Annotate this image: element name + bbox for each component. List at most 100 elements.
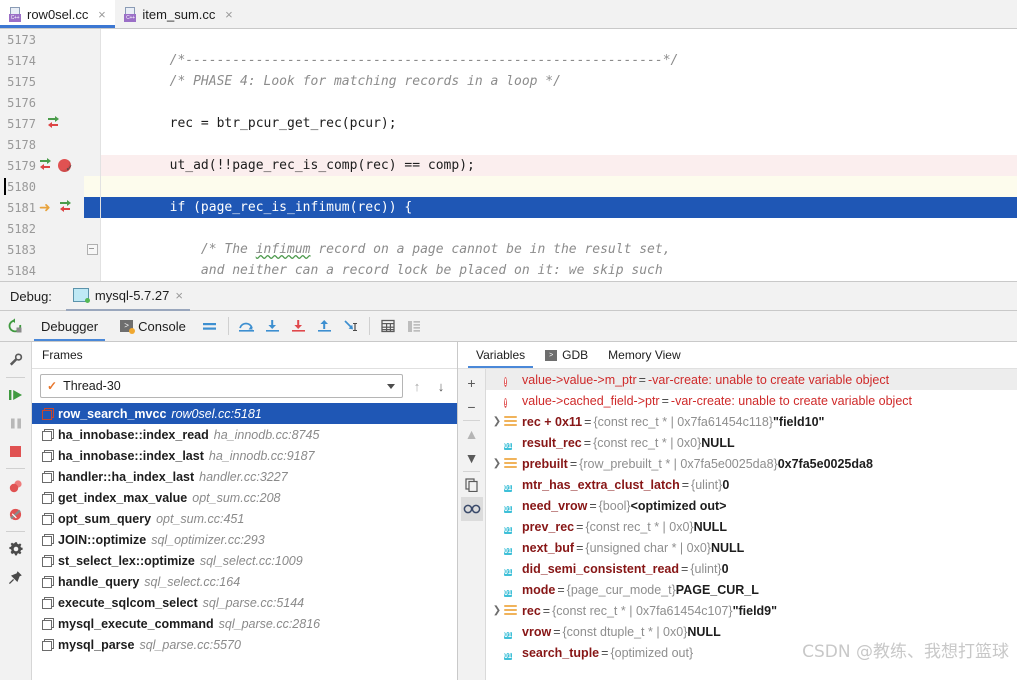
frame-list-item[interactable]: mysql_parse sql_parse.cc:5570 (32, 634, 457, 655)
variable-row[interactable]: 01 next_buf = {unsigned char * | 0x0} NU… (486, 537, 1017, 558)
fold-column[interactable] (84, 134, 101, 155)
fold-column[interactable] (84, 92, 101, 113)
variable-row[interactable]: 01 vrow = {const dtuple_t * | 0x0} NULL (486, 621, 1017, 642)
remove-watch-icon[interactable]: − (461, 395, 483, 419)
settings-wrench-icon[interactable] (3, 346, 29, 374)
variable-row[interactable]: ! value->cached_field->ptr = -var-create… (486, 390, 1017, 411)
editor-gutter[interactable]: 5175 (0, 71, 84, 92)
fold-column[interactable] (84, 218, 101, 239)
show-execution-point-icon[interactable] (197, 311, 223, 341)
changed-lines-icon[interactable] (40, 158, 52, 172)
frame-list-item[interactable]: opt_sum_query opt_sum.cc:451 (32, 508, 457, 529)
debug-session-tab[interactable]: mysql-5.7.27 × (65, 282, 190, 311)
code-fold-icon[interactable] (87, 244, 98, 255)
evaluate-expression-icon[interactable] (375, 311, 401, 341)
expand-arrow[interactable]: ❯ (490, 458, 504, 469)
variable-row[interactable]: 01 mtr_has_extra_clust_latch = {ulint} 0 (486, 474, 1017, 495)
editor-gutter[interactable]: 5180 (0, 176, 84, 197)
fold-column[interactable] (84, 176, 101, 197)
variable-row[interactable]: 01 need_vrow = {bool} <optimized out> (486, 495, 1017, 516)
editor-gutter[interactable]: 5178 (0, 134, 84, 155)
step-over-icon[interactable] (234, 311, 260, 341)
variable-row[interactable]: 01 search_tuple = {optimized out} (486, 642, 1017, 663)
variable-row[interactable]: ❯ prebuilt = {row_prebuilt_t * | 0x7fa5e… (486, 453, 1017, 474)
settings-gear-icon[interactable] (3, 535, 29, 563)
layout-settings-icon[interactable] (401, 311, 427, 341)
fold-column[interactable] (84, 71, 101, 92)
fold-column[interactable] (84, 29, 101, 50)
frames-list[interactable]: row_search_mvcc row0sel.cc:5181 ha_innob… (32, 403, 457, 680)
copy-value-icon[interactable] (461, 473, 483, 497)
add-watch-icon[interactable]: + (461, 371, 483, 395)
fold-column[interactable] (84, 113, 101, 134)
tab-memory-view[interactable]: Memory View (598, 343, 690, 368)
chevron-down-icon[interactable] (387, 383, 395, 389)
variable-row[interactable]: 01 mode = {page_cur_mode_t} PAGE_CUR_L (486, 579, 1017, 600)
rerun-icon[interactable] (0, 311, 30, 341)
mute-breakpoints-icon[interactable] (3, 500, 29, 528)
pin-tab-icon[interactable] (3, 563, 29, 591)
editor-gutter[interactable]: 5176 (0, 92, 84, 113)
step-into-icon[interactable] (260, 311, 286, 341)
variables-list[interactable]: ! value->value->m_ptr = -var-create: una… (486, 369, 1017, 680)
changed-lines-icon[interactable] (60, 200, 72, 214)
editor-gutter[interactable]: 5177 (0, 113, 84, 134)
view-breakpoints-icon[interactable] (3, 472, 29, 500)
variable-row[interactable]: 01 did_semi_consistent_read = {ulint} 0 (486, 558, 1017, 579)
variable-row[interactable]: ❯ rec = {const rec_t * | 0x7fa61454c107}… (486, 600, 1017, 621)
move-down-icon[interactable]: ▼ (461, 446, 483, 470)
force-step-into-icon[interactable] (286, 311, 312, 341)
frame-list-item[interactable]: execute_sqlcom_select sql_parse.cc:5144 (32, 592, 457, 613)
frame-list-item[interactable]: handler::ha_index_last handler.cc:3227 (32, 466, 457, 487)
stop-program-icon[interactable] (3, 437, 29, 465)
editor-gutter[interactable]: 5182 (0, 218, 84, 239)
tab-gdb[interactable]: > GDB (535, 343, 598, 368)
fold-column[interactable] (84, 155, 101, 176)
tab-variables[interactable]: Variables (466, 343, 535, 368)
thread-dropdown[interactable]: ✓ Thread-30 (40, 374, 403, 398)
variable-row[interactable]: 01 prev_rec = {const rec_t * | 0x0} NULL (486, 516, 1017, 537)
editor-gutter[interactable]: 5184 (0, 260, 84, 281)
tab-debugger[interactable]: Debugger (30, 311, 109, 341)
frame-list-item[interactable]: JOIN::optimize sql_optimizer.cc:293 (32, 529, 457, 550)
fold-column[interactable] (84, 197, 101, 218)
move-up-icon[interactable]: ▲ (461, 422, 483, 446)
frame-down-button[interactable]: ↓ (431, 379, 451, 394)
fold-column[interactable] (84, 260, 101, 281)
tab-label: Memory View (608, 348, 681, 362)
close-icon[interactable]: × (96, 8, 107, 21)
tab-console[interactable]: > Console (109, 311, 197, 341)
code-editor[interactable]: 5173 5174 /*----------------------------… (0, 29, 1017, 281)
fold-column[interactable] (84, 239, 101, 260)
frame-list-item[interactable]: handle_query sql_select.cc:164 (32, 571, 457, 592)
resume-program-icon[interactable] (3, 381, 29, 409)
close-icon[interactable]: × (223, 8, 234, 21)
frame-up-button[interactable]: ↑ (407, 379, 427, 394)
frame-list-item[interactable]: get_index_max_value opt_sum.cc:208 (32, 487, 457, 508)
watches-icon[interactable] (460, 497, 483, 521)
editor-gutter[interactable]: 5179 (0, 155, 84, 176)
editor-gutter[interactable]: 5181 ➜ (0, 197, 84, 218)
frame-list-item[interactable]: row_search_mvcc row0sel.cc:5181 (32, 403, 457, 424)
editor-gutter[interactable]: 5174 (0, 50, 84, 71)
fold-column[interactable] (84, 50, 101, 71)
editor-tab-item-sum[interactable]: C++ item_sum.cc × (115, 0, 242, 28)
frame-list-item[interactable]: st_select_lex::optimize sql_select.cc:10… (32, 550, 457, 571)
close-icon[interactable]: × (175, 288, 183, 303)
frame-list-item[interactable]: ha_innobase::index_read ha_innodb.cc:874… (32, 424, 457, 445)
frame-list-item[interactable]: mysql_execute_command sql_parse.cc:2816 (32, 613, 457, 634)
variable-row[interactable]: 01 result_rec = {const rec_t * | 0x0} NU… (486, 432, 1017, 453)
frame-list-item[interactable]: ha_innobase::index_last ha_innodb.cc:918… (32, 445, 457, 466)
editor-tab-row0sel[interactable]: C++ row0sel.cc × (0, 0, 116, 28)
step-out-icon[interactable] (312, 311, 338, 341)
expand-arrow[interactable]: ❯ (490, 605, 504, 616)
breakpoint-icon[interactable] (58, 159, 73, 174)
editor-gutter[interactable]: 5183 (0, 239, 84, 260)
variable-row[interactable]: ❯ rec + 0x11 = {const rec_t * | 0x7fa614… (486, 411, 1017, 432)
variable-row[interactable]: ! value->value->m_ptr = -var-create: una… (486, 369, 1017, 390)
changed-lines-icon[interactable] (48, 116, 60, 130)
expand-arrow[interactable]: ❯ (490, 416, 504, 427)
run-to-cursor-icon[interactable] (338, 311, 364, 341)
editor-gutter[interactable]: 5173 (0, 29, 84, 50)
pause-program-icon[interactable] (3, 409, 29, 437)
